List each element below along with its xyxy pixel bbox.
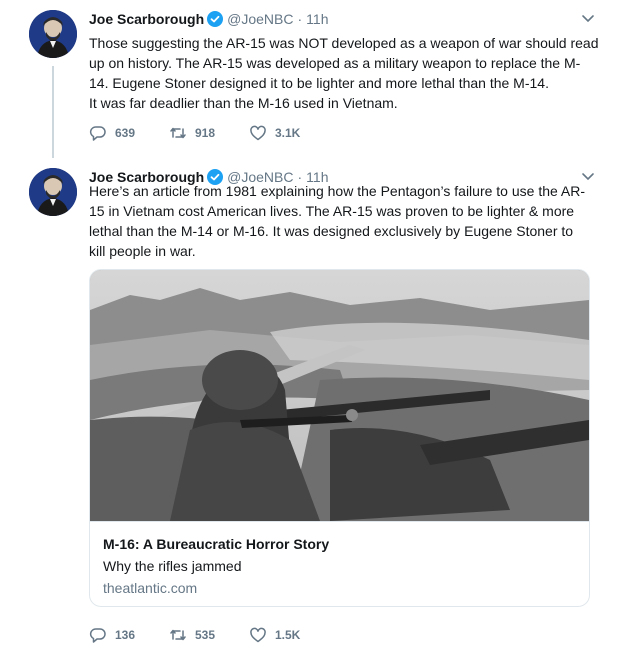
separator-dot: · (297, 11, 303, 27)
display-name[interactable]: Joe Scarborough (89, 11, 204, 27)
card-description: Why the rifles jammed (103, 558, 242, 574)
tweet-text-line: kill people in war. (89, 243, 196, 259)
link-card[interactable]: M-16: A Bureaucratic Horror Story Why th… (89, 269, 590, 607)
retweet-icon (170, 127, 186, 139)
tweet-text-line: lethal than the M-14 or M-16. It was des… (89, 223, 574, 239)
tweet-text-line: 15 in Vietnam cost American lives. The A… (89, 203, 575, 219)
like-icon (250, 627, 266, 643)
retweet-icon (170, 629, 186, 641)
tweet-text-line: It was far deadlier than the M-16 used i… (89, 95, 398, 111)
like-count: 1.5K (275, 628, 301, 642)
timestamp[interactable]: 11h (306, 11, 328, 27)
retweet-button[interactable]: 918 (169, 124, 249, 142)
avatar[interactable] (29, 168, 77, 216)
retweet-count: 918 (195, 126, 216, 140)
tweet-text: Those suggesting the AR-15 was NOT devel… (89, 33, 599, 113)
reply-count: 639 (115, 126, 136, 140)
reply-count: 136 (115, 628, 136, 642)
tweet[interactable]: Joe Scarborough @JoeNBC · 11h Here’s an … (0, 158, 619, 654)
chevron-down-icon[interactable] (581, 14, 595, 24)
tweet-text: Here’s an article from 1981 explaining h… (89, 181, 599, 261)
card-image[interactable] (90, 270, 589, 521)
tweet-text-line: Those suggesting the AR-15 was NOT devel… (89, 35, 599, 51)
user-handle[interactable]: @JoeNBC (227, 11, 293, 27)
retweet-count: 535 (195, 628, 216, 642)
tweet-actions: 639 918 3.1K (89, 124, 329, 142)
like-count: 3.1K (275, 126, 301, 140)
tweet-header: Joe Scarborough @JoeNBC · 11h (89, 10, 328, 28)
card-domain: theatlantic.com (103, 580, 198, 596)
tweet-text-line: up on history. The AR-15 was developed a… (89, 55, 581, 71)
tweet-actions: 136 535 1.5K (89, 626, 329, 644)
tweet-text-line: 14. Eugene Stoner designed it to be ligh… (89, 75, 549, 91)
like-icon (250, 125, 266, 141)
card-title[interactable]: M-16: A Bureaucratic Horror Story (103, 534, 576, 554)
tweet[interactable]: Joe Scarborough @JoeNBC · 11h Those sugg… (0, 0, 619, 158)
tweet-text-line: Here’s an article from 1981 explaining h… (89, 183, 586, 199)
card-body[interactable]: M-16: A Bureaucratic Horror Story Why th… (90, 521, 589, 606)
reply-button[interactable]: 639 (89, 124, 169, 142)
like-button[interactable]: 3.1K (249, 124, 329, 142)
verified-badge-icon (207, 11, 224, 27)
retweet-button[interactable]: 535 (169, 626, 249, 644)
avatar[interactable] (29, 10, 77, 58)
reply-icon (89, 628, 106, 643)
reply-button[interactable]: 136 (89, 626, 169, 644)
reply-icon (89, 126, 106, 141)
like-button[interactable]: 1.5K (249, 626, 329, 644)
